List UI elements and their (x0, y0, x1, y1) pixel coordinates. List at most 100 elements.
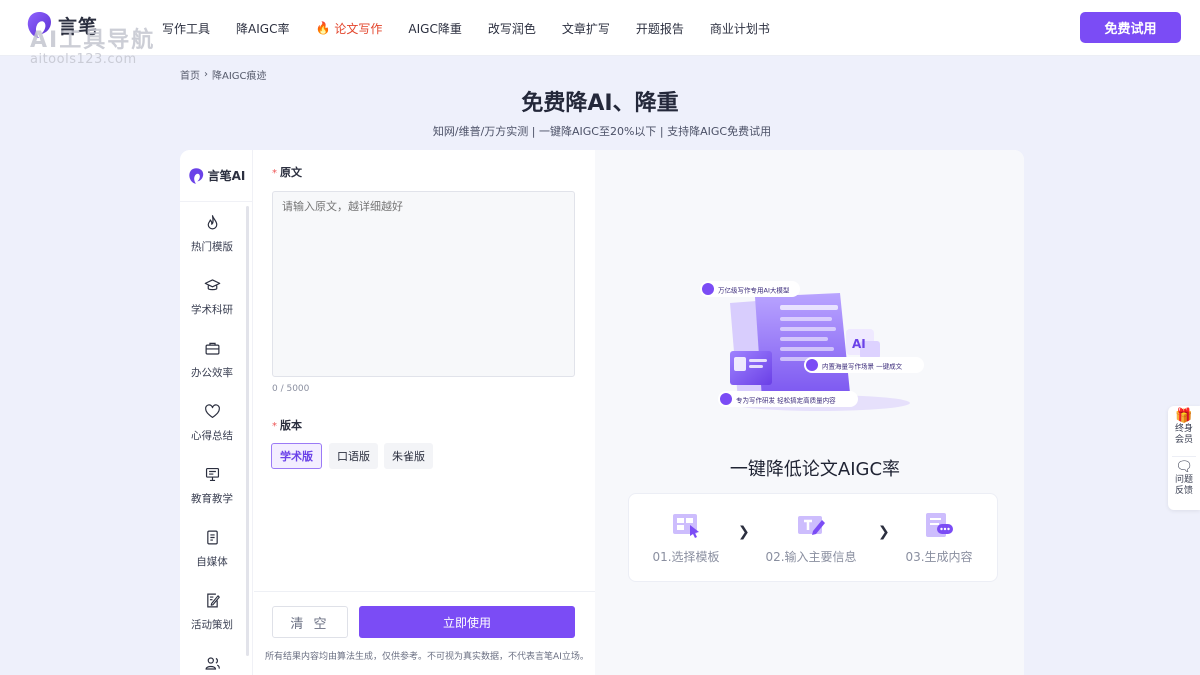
divider (254, 591, 595, 592)
nav-item-label: 开题报告 (635, 21, 684, 36)
gift-icon: 🎁 (1175, 408, 1193, 424)
sidebar-item-label: 自媒体 (196, 556, 228, 568)
sidebar-item-event-planning[interactable]: 活动策划 (180, 592, 244, 632)
clear-button[interactable]: 清 空 (272, 606, 348, 638)
divider (1172, 456, 1196, 457)
sidebar-brand-name: 言笔AI (207, 169, 246, 183)
version-academic-button[interactable]: 学术版 (271, 443, 322, 469)
nav-item-writing-tools[interactable]: 写作工具 (162, 20, 210, 37)
step-label: 02.输入主要信息 (765, 550, 857, 564)
preview-title: 一键降低论文AIGC率 (729, 459, 901, 480)
sidebar-item-label: 活动策划 (191, 619, 233, 631)
nav-links: 写作工具 降AIGC率 🔥 论文写作 AIGC降重 改写润色 文章扩写 开题报告 … (162, 0, 796, 56)
nav-item-expand[interactable]: 文章扩写 (562, 20, 610, 37)
page-subtitle: 知网/维普/万方实测 | 一键降AIGC至20%以下 | 支持降AIGC免费试用 (432, 125, 772, 138)
char-counter: 0 / 5000 (272, 384, 310, 394)
nav-item-label: 商业计划书 (709, 21, 770, 36)
sidebar-item-self-media[interactable]: 自媒体 (180, 529, 244, 569)
nav-item-rewrite[interactable]: 改写润色 (488, 20, 536, 37)
version-colloquial-button[interactable]: 口语版 (329, 443, 378, 469)
presentation-icon (205, 467, 219, 482)
source-label-text: 原文 (280, 166, 302, 179)
nav-item-proposal[interactable]: 开题报告 (636, 20, 684, 37)
required-mark: * (272, 421, 277, 432)
version-zhuque-button[interactable]: 朱雀版 (384, 443, 433, 469)
template-icon (673, 514, 699, 538)
float-label: 问题 反馈 (1174, 475, 1193, 496)
sidebar-brand: 言笔AI (180, 150, 252, 202)
nav-item-label: 写作工具 (162, 21, 211, 36)
float-label: 终身 会员 (1174, 424, 1193, 445)
page-title: 免费降AI、降重 (521, 91, 679, 116)
nav-item-business-plan[interactable]: 商业计划书 (710, 20, 770, 37)
sidebar-item-academic[interactable]: 学术科研 (180, 277, 244, 317)
floating-toolbar: 🎁 终身 会员 🗨 问题 反馈 (1168, 406, 1200, 510)
sidebar-item-label: 心得总结 (191, 430, 233, 442)
nav-item-label: AIGC降重 (408, 21, 462, 36)
graduation-cap-icon (204, 279, 220, 291)
illus-tag-scenes: 内置海量写作场景 一键成文 (822, 362, 903, 371)
lifetime-member-button[interactable]: 🎁 终身 会员 (1168, 408, 1200, 446)
brand-logo-icon (188, 167, 203, 184)
nav-item-label: 降AIGC率 (236, 21, 290, 36)
briefcase-icon (205, 342, 219, 355)
brand-logo-icon (27, 12, 51, 38)
sidebar-item-education[interactable]: 教育教学 (180, 466, 244, 506)
nav-item-label: 改写润色 (487, 21, 536, 36)
breadcrumb: 首页 › 降AIGC痕迹 (180, 67, 267, 82)
required-mark: * (272, 168, 277, 179)
category-sidebar: 言笔AI 热门模版 学术科研 办公效率 心得总结 教育教学 自媒体 活动策划 (180, 150, 253, 675)
step-generate: 03.生成内容 (884, 510, 994, 565)
tool-card: 言笔AI 热门模版 学术科研 办公效率 心得总结 教育教学 自媒体 活动策划 *… (180, 150, 1024, 675)
nav-item-paper-writing[interactable]: 🔥 论文写作 (315, 20, 382, 37)
step-enter-info: 02.输入主要信息 (756, 510, 866, 565)
brand-name: 言笔 (58, 15, 99, 38)
nav-item-label: 文章扩写 (561, 21, 610, 36)
sidebar-item-more[interactable] (180, 655, 244, 675)
nav-item-reduce-aigc[interactable]: 降AIGC率 (236, 20, 289, 37)
feedback-button[interactable]: 🗨 问题 反馈 (1168, 459, 1200, 497)
flame-icon: 🔥 (315, 21, 331, 35)
nav-item-label: 论文写作 (334, 21, 383, 36)
submit-button[interactable]: 立即使用 (359, 606, 575, 638)
chevron-right-icon: › (204, 69, 208, 80)
input-edit-icon (798, 516, 825, 535)
edit-note-icon (206, 593, 220, 608)
step-select-template: 01.选择模板 (631, 510, 741, 565)
user-group-icon (205, 657, 220, 670)
breadcrumb-home[interactable]: 首页 (180, 67, 200, 82)
chevron-right-icon: ❯ (738, 524, 750, 540)
sidebar-item-label: 热门模版 (191, 241, 233, 253)
preview-pane: AI 万亿级写作专用AI大模型 内置海量写作场景 一键成文 专为写作研发 轻松搞… (595, 150, 1024, 675)
sidebar-scrollbar[interactable] (246, 206, 249, 656)
heart-icon (204, 404, 220, 419)
breadcrumb-current: 降AIGC痕迹 (212, 71, 267, 82)
version-label: * 版本 (272, 417, 302, 433)
illus-tag-model: 万亿级写作专用AI大模型 (718, 286, 790, 295)
sidebar-item-summary[interactable]: 心得总结 (180, 403, 244, 443)
sidebar-item-label: 学术科研 (191, 304, 233, 316)
source-label: * 原文 (272, 164, 302, 180)
disclaimer-text: 所有结果内容均由算法生成，仅供参考。不可视为真实数据，不代表言笔AI立场。 (265, 652, 589, 662)
document-icon (206, 530, 218, 545)
nav-item-aigc-dedup[interactable]: AIGC降重 (408, 20, 461, 37)
sidebar-item-label: 教育教学 (191, 493, 233, 505)
generate-content-icon (926, 513, 953, 537)
source-text-input[interactable] (272, 191, 575, 377)
writing-illustration: AI 万亿级写作专用AI大模型 内置海量写作场景 一键成文 专为写作研发 轻松搞… (700, 281, 924, 411)
steps-panel: 01.选择模板 ❯ 02.输入主要信息 ❯ 03.生成内容 (628, 493, 998, 582)
version-label-text: 版本 (280, 419, 302, 432)
sidebar-item-office[interactable]: 办公效率 (180, 340, 244, 380)
form-pane: *原文 0 / 5000 *版本 学术版 口语版 朱雀版 清 空 立即使用 所有… (254, 150, 595, 675)
sidebar-item-hot-templates[interactable]: 热门模版 (180, 214, 244, 254)
illus-tag-quality: 专为写作研发 轻松搞定高质量内容 (736, 396, 836, 405)
step-label: 03.生成内容 (905, 550, 973, 564)
ai-badge: AI (852, 337, 866, 351)
feedback-icon: 🗨 (1175, 459, 1193, 475)
brand-logo[interactable]: 言笔 (24, 10, 98, 40)
flame-icon (207, 215, 217, 230)
top-nav: 言笔 AI工具导航 aitools123.com 写作工具 降AIGC率 🔥 论文… (0, 0, 1200, 67)
step-label: 01.选择模板 (652, 550, 720, 564)
sidebar-item-label: 办公效率 (191, 367, 233, 379)
free-trial-button[interactable]: 免费试用 (1080, 12, 1181, 43)
